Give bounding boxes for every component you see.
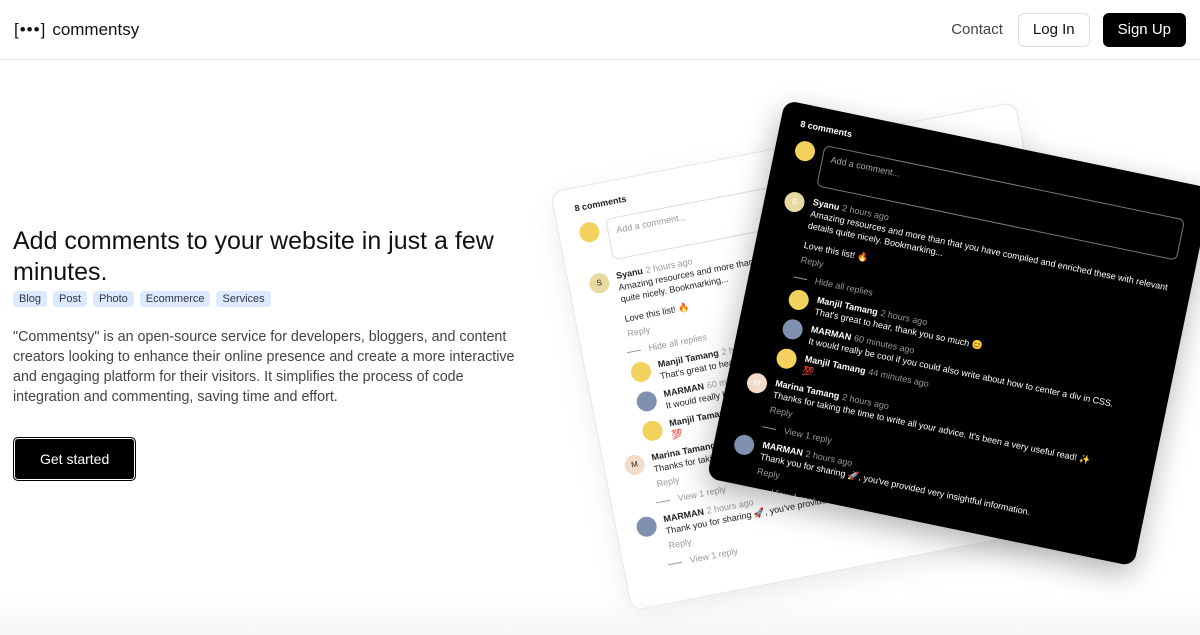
logo[interactable]: [•••] commentsy — [14, 20, 139, 40]
tag: Blog — [13, 291, 48, 307]
avatar: M — [745, 371, 769, 396]
logo-text: commentsy — [52, 19, 140, 39]
tag: Photo — [93, 291, 134, 307]
avatar — [732, 433, 757, 457]
avatar: S — [587, 271, 612, 295]
signup-button[interactable]: Sign Up — [1102, 12, 1186, 47]
get-started-button[interactable]: Get started — [13, 437, 137, 481]
avatar: M — [622, 453, 647, 477]
login-button[interactable]: Log In — [1017, 12, 1090, 47]
tag-list: Blog Post Photo Ecommerce Services — [13, 291, 523, 307]
hero-description: "Commentsy" is an open-source service fo… — [13, 329, 515, 405]
avatar — [640, 419, 665, 443]
tag: Ecommerce — [139, 291, 211, 307]
user-avatar — [793, 139, 817, 163]
avatar — [635, 389, 659, 414]
avatar — [774, 346, 799, 371]
avatar: S — [782, 190, 807, 214]
user-avatar — [577, 220, 602, 244]
avatar — [634, 514, 659, 539]
avatar — [786, 288, 811, 312]
contact-link[interactable]: Contact — [951, 21, 1003, 38]
top-nav: [•••] commentsy Contact Log In Sign Up — [0, 0, 1200, 60]
tag: Post — [53, 291, 88, 307]
hero: Add comments to your website in just a f… — [13, 226, 523, 481]
avatar — [629, 360, 653, 384]
bottom-fade — [0, 595, 1200, 635]
hero-title: Add comments to your website in just a f… — [13, 227, 494, 286]
logo-icon: [•••] — [14, 19, 47, 39]
avatar — [780, 317, 805, 342]
tag: Services — [216, 291, 271, 307]
